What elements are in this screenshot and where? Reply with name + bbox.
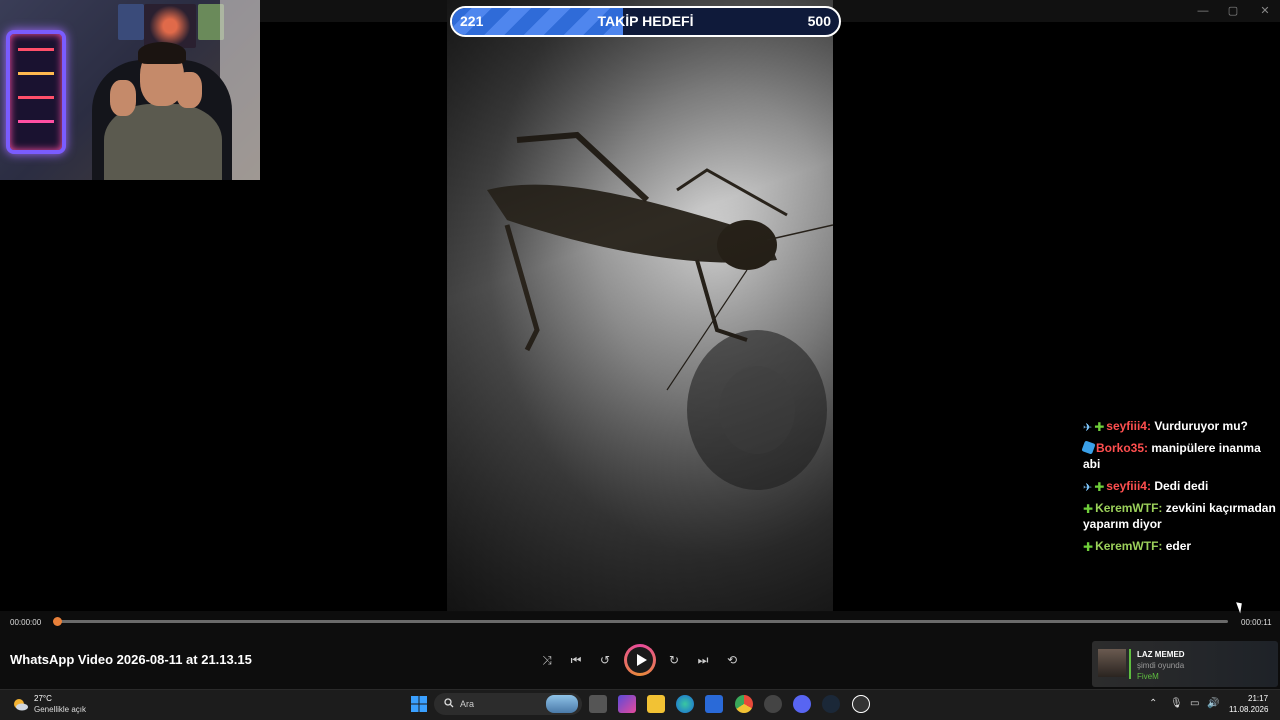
chat-message: ✈ ✚ seyfiii4: Vurduruyor mu? [1083,418,1279,434]
file-explorer-icon[interactable] [647,695,665,713]
play-button-inner [627,647,653,673]
weather-desc[interactable]: Genellikle açık [34,705,86,714]
clock-date[interactable]: 11.08.2026 [1229,705,1268,714]
chat-text: eder [1165,539,1192,553]
wall-poster [144,4,196,48]
video-title: WhatsApp Video 2026-08-11 at 21.13.15 [10,652,252,667]
task-view-icon[interactable] [589,695,607,713]
volume-icon[interactable]: 🔊 [1207,698,1219,709]
chat-username: seyfiii4 [1106,419,1147,433]
streamer-hair [138,42,186,64]
wall-poster [118,4,144,40]
activity-status: şimdi oyunda [1137,661,1185,670]
forward-30-icon[interactable]: ↻ [665,651,683,669]
chevron-up-icon[interactable]: ⌃ [1149,698,1157,709]
chrome-icon[interactable] [735,695,753,713]
chat-overlay: ✈ ✚ seyfiii4: Vurduruyor mu? Borko35: manip… [1081,418,1279,560]
plus-badge-icon: ✚ [1094,480,1105,494]
follower-goal-bar: 221 TAKİP HEDEFİ 500 [450,6,841,37]
obs-icon[interactable] [764,695,782,713]
chat-text: Vurduruyor mu? [1154,419,1248,433]
play-button[interactable] [624,644,656,676]
chat-separator: : [1158,501,1166,515]
clock-time[interactable]: 21:17 [1248,694,1268,703]
goal-target: 500 [807,13,831,29]
microphone-icon[interactable]: 🎙 [1170,698,1183,709]
current-time: 00:00:00 [10,618,42,627]
video-shading [447,0,833,612]
streamer-hand [176,72,202,108]
rewind-10-icon[interactable]: ↺ [596,651,614,669]
chat-text: Dedi dedi [1154,479,1209,493]
streamer-hand [110,80,136,116]
seek-thumb[interactable] [53,617,62,626]
maximize-button[interactable]: ▢ [1218,3,1248,19]
activity-game: FiveM [1137,672,1159,681]
store-icon[interactable] [705,695,723,713]
chat-username: seyfiii4 [1106,479,1147,493]
plus-badge-icon: ✚ [1083,502,1094,516]
chat-message: Borko35: manipülere inanma abi [1081,440,1279,472]
shuffle-icon[interactable]: ⤨ [538,651,556,669]
activity-avatar [1098,649,1126,677]
total-time: 00:00:11 [1241,618,1272,627]
goal-label: TAKİP HEDEFİ [597,13,694,29]
edge-icon[interactable] [676,695,694,713]
repeat-off-icon[interactable]: ⟲ [723,651,741,669]
steam-icon[interactable] [822,695,840,713]
previous-icon[interactable]: ⏮ [567,651,585,669]
media-player-icon[interactable] [852,695,870,713]
chat-message: ✈ ✚ seyfiii4: Dedi dedi [1083,478,1279,494]
neon-gun-rack [6,30,66,154]
chat-username: KeremWTF [1095,501,1159,515]
sword-badge-icon: ✈ [1083,482,1093,494]
minimize-button[interactable]: — [1188,3,1218,19]
network-icon[interactable]: ▭ [1190,698,1199,709]
weather-icon[interactable] [12,697,28,711]
sword-badge-icon: ✈ [1083,422,1093,434]
chat-message: ✚ KeremWTF: eder [1083,538,1279,554]
chat-username: KeremWTF [1095,539,1159,553]
search-highlight-icon[interactable] [546,695,578,713]
search-label: Ara [460,699,475,709]
cube-badge-icon [1081,440,1096,455]
close-button[interactable]: ✕ [1250,3,1280,19]
play-icon [637,654,647,666]
video-frame[interactable] [447,0,833,612]
next-icon[interactable]: ⏭ [694,651,712,669]
activity-card[interactable]: LAZ MEMED şimdi oyunda FiveM [1092,641,1278,687]
weather-temp[interactable]: 27°C [34,694,52,703]
chat-separator: : [1158,539,1166,553]
taskbar [0,689,1280,720]
chat-message: ✚ KeremWTF: zevkini kaçırmadan yaparım di… [1083,500,1279,532]
search-icon [444,698,454,708]
start-icon[interactable] [410,695,428,713]
plus-badge-icon: ✚ [1083,540,1094,554]
discord-icon[interactable] [793,695,811,713]
plus-badge-icon: ✚ [1094,420,1105,434]
chat-username: Borko35 [1096,441,1145,455]
activity-name: LAZ MEMED [1137,650,1185,659]
widgets-icon[interactable] [618,695,636,713]
webcam-feed [0,0,260,180]
activity-accent [1129,649,1131,679]
seek-bar[interactable] [58,620,1228,623]
